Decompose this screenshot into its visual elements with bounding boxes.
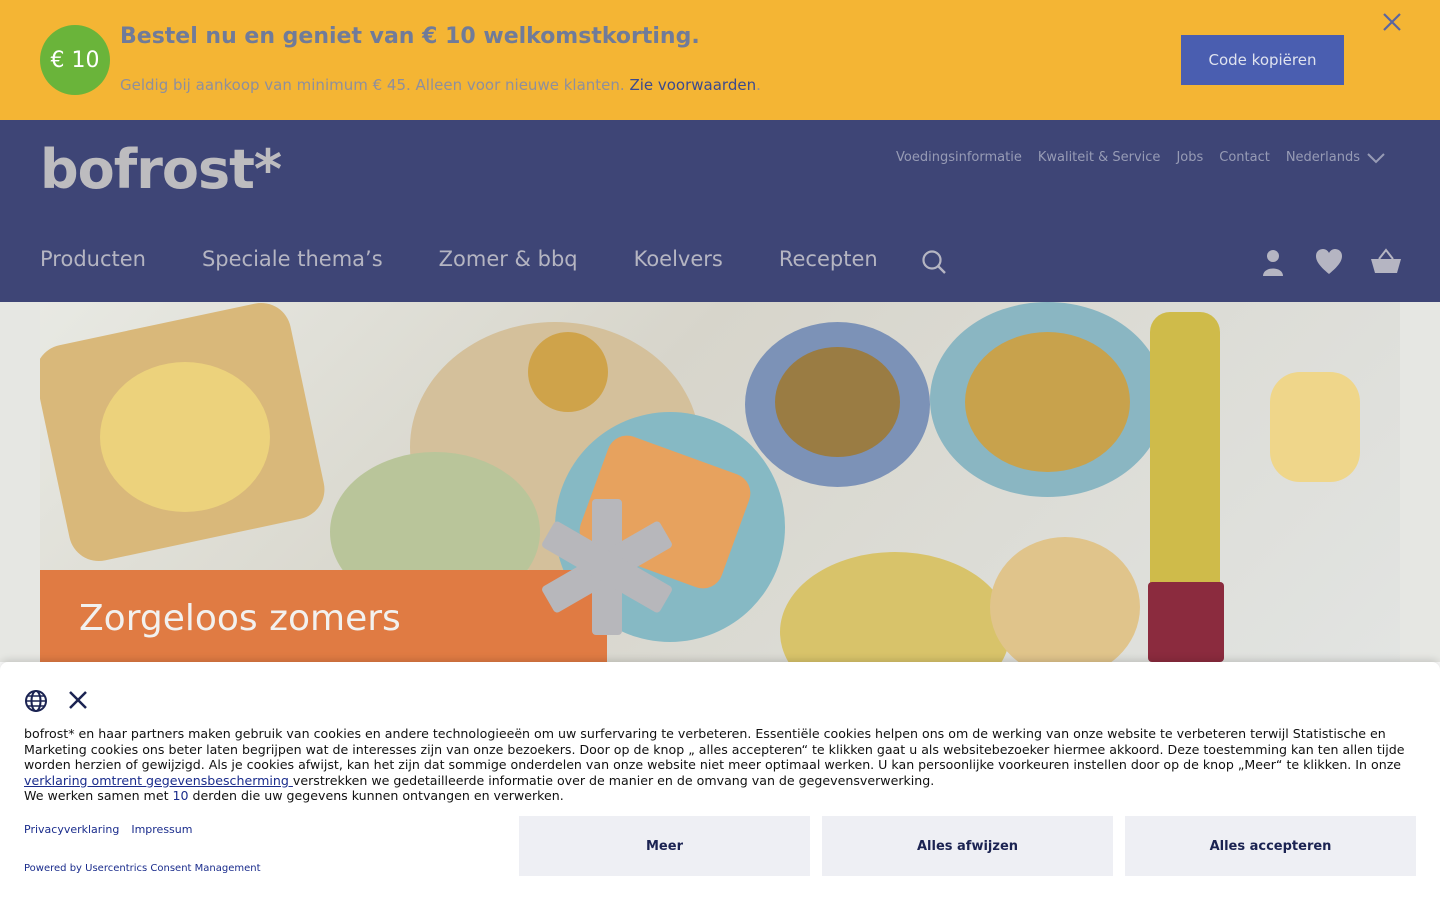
account-icon[interactable] bbox=[1258, 248, 1288, 276]
nuggets-plate bbox=[780, 552, 1010, 662]
promo-title: Bestel nu en geniet van € 10 welkomstkor… bbox=[120, 24, 700, 49]
potatoes bbox=[100, 362, 270, 512]
globe-icon[interactable] bbox=[24, 689, 48, 713]
partners-suffix: derden die uw gegevens kunnen ontvangen … bbox=[188, 788, 564, 803]
copy-code-button[interactable]: Code kopiëren bbox=[1181, 35, 1344, 85]
partners-prefix: We werken samen met bbox=[24, 788, 173, 803]
main-nav: Producten Speciale thema’s Zomer & bbq K… bbox=[40, 247, 878, 271]
utility-link-quality[interactable]: Kwaliteit & Service bbox=[1038, 150, 1161, 165]
accept-all-button[interactable]: Alles accepteren bbox=[1125, 816, 1416, 876]
imprint-link[interactable]: Impressum bbox=[131, 823, 192, 836]
search-icon[interactable] bbox=[920, 248, 948, 276]
nav-item-chilled[interactable]: Koelvers bbox=[634, 247, 723, 271]
more-button[interactable]: Meer bbox=[519, 816, 810, 876]
language-selector[interactable]: Nederlands bbox=[1286, 150, 1386, 165]
grilled-vegetables bbox=[965, 332, 1130, 472]
hero-side-right bbox=[1400, 302, 1440, 662]
close-icon[interactable] bbox=[1378, 8, 1406, 36]
privacy-statement-link[interactable]: verklaring omtrent gegevensbescherming bbox=[24, 773, 293, 788]
utility-nav: Voedingsinformatie Kwaliteit & Service J… bbox=[896, 150, 1386, 165]
hero-title: Zorgeloos zomers bbox=[79, 598, 401, 639]
consent-partners: We werken samen met 10 derden die uw geg… bbox=[24, 788, 564, 803]
logo[interactable]: bofrost* bbox=[40, 138, 282, 201]
partners-count-link[interactable]: 10 bbox=[173, 788, 189, 803]
falafel bbox=[775, 347, 900, 457]
promo-banner: € 10 Bestel nu en geniet van € 10 welkom… bbox=[0, 0, 1440, 120]
nav-item-special-themes[interactable]: Speciale thema’s bbox=[202, 247, 383, 271]
consent-description: bofrost* en haar partners maken gebruik … bbox=[24, 726, 1419, 788]
asterisk-icon bbox=[536, 496, 678, 638]
close-icon[interactable] bbox=[67, 689, 89, 711]
utility-link-nutrition[interactable]: Voedingsinformatie bbox=[896, 150, 1022, 165]
terms-link[interactable]: Zie voorwaarden bbox=[629, 76, 756, 94]
utility-link-jobs[interactable]: Jobs bbox=[1176, 150, 1203, 165]
discount-badge: € 10 bbox=[40, 25, 110, 95]
heart-icon[interactable] bbox=[1314, 248, 1344, 276]
privacy-policy-link[interactable]: Privacyverklaring bbox=[24, 823, 119, 836]
language-label: Nederlands bbox=[1285, 150, 1360, 165]
promo-subtitle-suffix: . bbox=[756, 76, 761, 94]
bottle-label bbox=[1148, 582, 1224, 662]
juice-glass bbox=[1270, 372, 1360, 482]
consent-text-1: bofrost* en haar partners maken gebruik … bbox=[24, 726, 1405, 772]
reject-all-button[interactable]: Alles afwijzen bbox=[822, 816, 1113, 876]
powered-by-link[interactable]: Powered by Usercentrics Consent Manageme… bbox=[24, 863, 261, 874]
site-header: bofrost* Voedingsinformatie Kwaliteit & … bbox=[0, 120, 1440, 302]
promo-subtitle-text: Geldig bij aankoop van minimum € 45. All… bbox=[120, 76, 625, 94]
spice-bowl bbox=[528, 332, 608, 412]
nav-item-products[interactable]: Producten bbox=[40, 247, 146, 271]
calamari-bowl bbox=[990, 537, 1140, 662]
chevron-down-icon bbox=[1367, 152, 1385, 163]
nav-item-summer-bbq[interactable]: Zomer & bbq bbox=[439, 247, 578, 271]
promo-subtitle: Geldig bij aankoop van minimum € 45. All… bbox=[120, 76, 761, 94]
cookie-consent-panel: bofrost* en haar partners maken gebruik … bbox=[0, 662, 1440, 900]
consent-text-2: verstrekken we gedetailleerde informatie… bbox=[292, 772, 935, 788]
nav-item-recipes[interactable]: Recepten bbox=[779, 247, 878, 271]
hero-side-left bbox=[0, 302, 40, 662]
header-actions bbox=[1258, 248, 1401, 276]
basket-icon[interactable] bbox=[1370, 248, 1401, 276]
consent-links: Privacyverklaring Impressum bbox=[24, 823, 192, 836]
utility-link-contact[interactable]: Contact bbox=[1219, 150, 1270, 165]
